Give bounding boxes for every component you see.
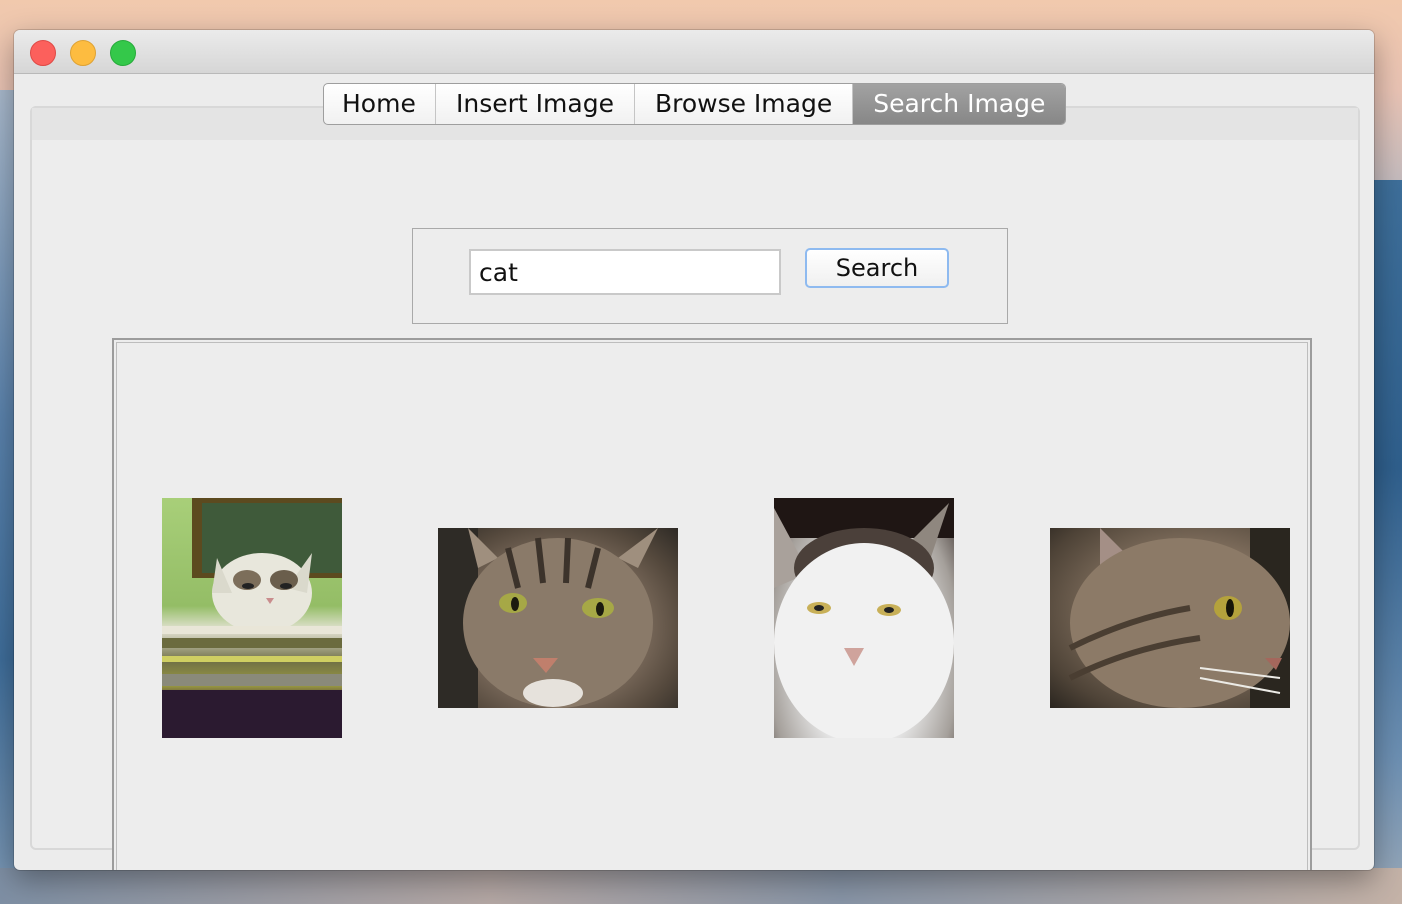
tab-insert-image[interactable]: Insert Image bbox=[436, 84, 635, 124]
tab-pane: Search bbox=[30, 106, 1360, 870]
desktop-background-bottom bbox=[0, 868, 1402, 904]
tab-search-image[interactable]: Search Image bbox=[853, 84, 1066, 124]
title-bar bbox=[14, 30, 1374, 74]
tab-home[interactable]: Home bbox=[324, 84, 436, 124]
cat-photo-icon bbox=[774, 498, 954, 738]
results-panel bbox=[112, 338, 1312, 870]
result-image-2[interactable] bbox=[438, 528, 678, 708]
close-window-button[interactable] bbox=[30, 40, 56, 66]
maximize-window-button[interactable] bbox=[110, 40, 136, 66]
result-image-3[interactable] bbox=[774, 498, 954, 738]
search-button[interactable]: Search bbox=[805, 248, 949, 288]
result-image-1[interactable] bbox=[162, 498, 342, 738]
tab-browse-image[interactable]: Browse Image bbox=[635, 84, 854, 124]
tab-bar: Home Insert Image Browse Image Search Im… bbox=[323, 83, 1067, 125]
cat-photo-icon bbox=[438, 528, 658, 708]
search-panel: Search bbox=[412, 228, 1008, 324]
search-input[interactable] bbox=[469, 249, 781, 295]
minimize-window-button[interactable] bbox=[70, 40, 96, 66]
cat-photo-icon bbox=[162, 498, 342, 738]
cat-photo-icon bbox=[1068, 528, 1290, 708]
result-image-4[interactable] bbox=[1050, 528, 1290, 708]
app-window: Search bbox=[14, 30, 1374, 870]
